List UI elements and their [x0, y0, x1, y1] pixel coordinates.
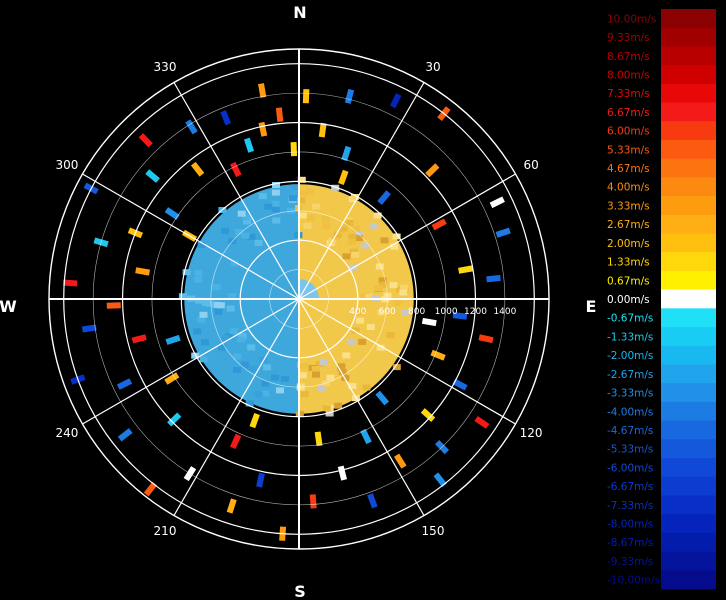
colorbar-label: -6.67m/s — [607, 481, 653, 493]
colorbar-label: -5.33m/s — [607, 444, 653, 456]
colorbar-swatch — [661, 532, 716, 553]
colorbar-swatch — [661, 83, 716, 104]
colorbar-swatch — [661, 308, 716, 328]
colorbar-label: 2.00m/s — [607, 238, 650, 250]
colorbar-label: 8.00m/s — [607, 70, 650, 82]
colorbar-swatch — [661, 495, 716, 515]
colorbar-label: 3.33m/s — [607, 201, 650, 213]
colorbar-swatch — [661, 46, 716, 66]
colorbar-label: -0.67m/s — [607, 313, 653, 325]
colorbar-label: 4.67m/s — [607, 163, 650, 175]
colorbar-swatch — [661, 401, 716, 422]
colorbar-swatch — [661, 102, 716, 122]
colorbar-label: 5.33m/s — [607, 144, 650, 156]
colorbar-swatch — [661, 27, 716, 47]
colorbar-swatch — [661, 439, 716, 459]
colorbar-swatch — [661, 214, 716, 235]
colorbar-swatch — [661, 476, 716, 496]
colorbar-label: 0.67m/s — [607, 275, 650, 287]
colorbar-label: 2.67m/s — [607, 219, 650, 231]
colorbar-swatch — [661, 383, 716, 403]
colorbar-swatch — [661, 458, 716, 478]
colorbar-label: 1.33m/s — [607, 257, 650, 269]
colorbar-label: -2.00m/s — [607, 350, 653, 362]
colorbar-swatch — [661, 9, 716, 29]
colorbar-swatch — [661, 514, 716, 534]
colorbar-label: 0.00m/s — [607, 294, 650, 306]
colorbar-label: 6.67m/s — [607, 107, 650, 119]
colorbar-swatch — [661, 327, 716, 347]
colorbar-label: 7.33m/s — [607, 88, 650, 100]
colorbar-label: 8.67m/s — [607, 51, 650, 63]
colorbar-swatch — [661, 139, 716, 160]
colorbar-swatch — [661, 270, 716, 291]
colorbar-label: -2.67m/s — [607, 369, 653, 381]
colorbar-swatch — [661, 570, 716, 590]
colorbar-label: 10.00m/s — [607, 13, 656, 25]
colorbar-label: -9.33m/s — [607, 556, 653, 568]
colorbar-swatch — [661, 65, 716, 85]
colorbar-swatch — [661, 158, 716, 178]
colorbar-swatch — [661, 233, 716, 253]
colorbar-label: -4.67m/s — [607, 425, 653, 437]
colorbar-label: -7.33m/s — [607, 500, 653, 512]
colorbar-label: 6.00m/s — [607, 126, 650, 138]
colorbar-label: -4.00m/s — [607, 406, 653, 418]
colorbar-label: 4.00m/s — [607, 182, 650, 194]
colorbar-label: -8.67m/s — [607, 537, 653, 549]
colorbar-swatch — [661, 420, 716, 440]
colorbar-label: -10.00m/s — [607, 575, 660, 587]
colorbar-swatch — [661, 345, 716, 365]
colorbar-swatch — [661, 196, 716, 216]
colorbar-legend: 10.00m/s 9.33m/s 8.67m/s 8.00m/s 7.33m/s 6.67… — [607, 9, 716, 590]
colorbar-swatch — [661, 177, 716, 197]
colorbar-swatch — [661, 364, 716, 384]
colorbar-label: -6.00m/s — [607, 462, 653, 474]
colorbar-label: -8.00m/s — [607, 519, 653, 531]
colorbar-label: -3.33m/s — [607, 388, 653, 400]
colorbar-swatch — [661, 551, 716, 571]
colorbar-swatch — [661, 252, 716, 272]
colorbar-swatch — [661, 121, 716, 141]
colorbar-label: -1.33m/s — [607, 331, 653, 343]
colorbar-label: 9.33m/s — [607, 32, 650, 44]
colorbar-swatch — [661, 289, 716, 309]
